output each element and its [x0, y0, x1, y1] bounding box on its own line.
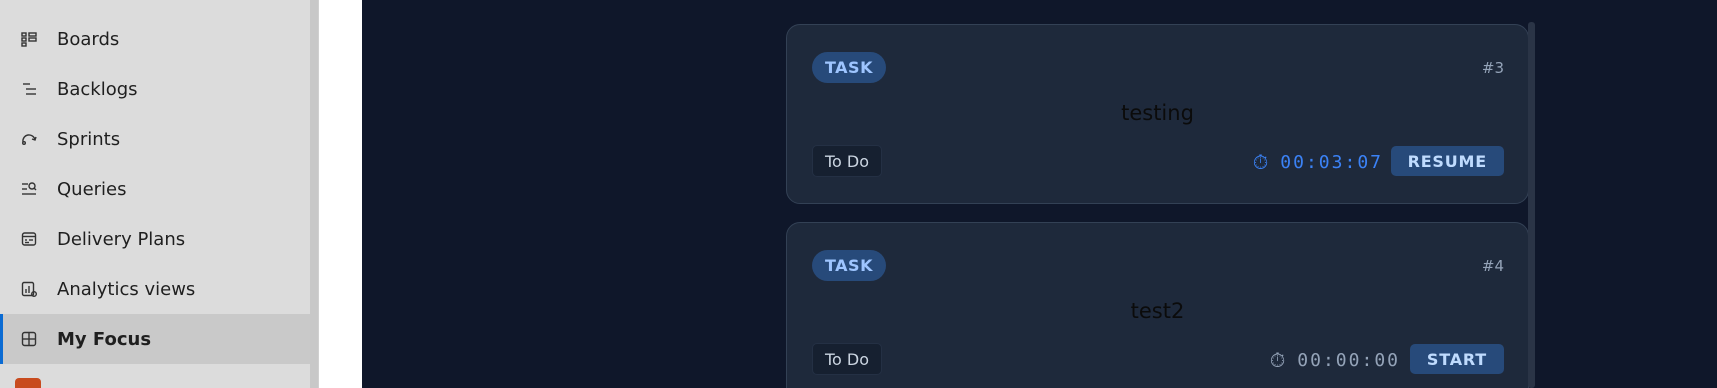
- panel-divider: [318, 0, 362, 388]
- my-focus-icon: [0, 330, 57, 348]
- delivery-plans-icon: [0, 230, 57, 248]
- sidebar-item-queries[interactable]: Queries: [0, 164, 310, 214]
- task-timer: ⏱ 00:03:07: [1253, 149, 1383, 175]
- timer-value: 00:00:00: [1297, 349, 1400, 371]
- sidebar-item-label: Sprints: [57, 128, 121, 150]
- sidebar-item-analytics-views[interactable]: Analytics views: [0, 264, 310, 314]
- task-title: testing: [1121, 101, 1194, 125]
- queries-icon: [0, 180, 57, 198]
- task-id: #4: [1481, 257, 1504, 275]
- task-title: test2: [1130, 299, 1185, 323]
- sidebar-item-label: My Focus: [57, 328, 152, 350]
- task-card[interactable]: TASK #3 testing To Do ⏱ 00:03:07 RESUME: [786, 24, 1529, 204]
- sidebar: Boards Backlogs Sprints Queries Delivery…: [0, 0, 318, 388]
- analytics-views-icon: [0, 280, 57, 298]
- task-type-badge: TASK: [812, 52, 886, 83]
- task-card[interactable]: TASK #4 test2 To Do ⏱ 00:00:00 START: [786, 222, 1529, 388]
- sidebar-scrollbar[interactable]: [310, 0, 318, 388]
- timer-value: 00:03:07: [1280, 151, 1383, 173]
- sidebar-item-boards[interactable]: Boards: [0, 14, 310, 64]
- boards-icon: [0, 30, 57, 48]
- task-id: #3: [1481, 59, 1504, 77]
- card-list-scrollbar[interactable]: [1528, 22, 1535, 388]
- status-badge[interactable]: To Do: [812, 343, 883, 375]
- sidebar-item-label: Backlogs: [57, 78, 138, 100]
- task-timer: ⏱ 00:00:00: [1270, 347, 1400, 373]
- project-avatar-icon[interactable]: [15, 378, 41, 388]
- stopwatch-icon: ⏱: [1269, 348, 1286, 372]
- sprints-icon: [0, 130, 57, 148]
- task-type-badge: TASK: [812, 250, 886, 281]
- sidebar-item-sprints[interactable]: Sprints: [0, 114, 310, 164]
- sidebar-nav: Boards Backlogs Sprints Queries Delivery…: [0, 0, 310, 388]
- backlogs-icon: [0, 80, 57, 98]
- status-badge[interactable]: To Do: [812, 145, 883, 177]
- sidebar-item-label: Boards: [57, 28, 120, 50]
- start-button[interactable]: START: [1409, 344, 1504, 374]
- resume-button[interactable]: RESUME: [1390, 146, 1504, 176]
- sidebar-item-label: Delivery Plans: [57, 228, 186, 250]
- stopwatch-icon: ⏱: [1252, 150, 1269, 174]
- sidebar-item-label: Analytics views: [57, 278, 196, 300]
- sidebar-item-backlogs[interactable]: Backlogs: [0, 64, 310, 114]
- sidebar-item-delivery-plans[interactable]: Delivery Plans: [0, 214, 310, 264]
- sidebar-item-my-focus[interactable]: My Focus: [0, 314, 310, 364]
- sidebar-item-label: Queries: [57, 178, 127, 200]
